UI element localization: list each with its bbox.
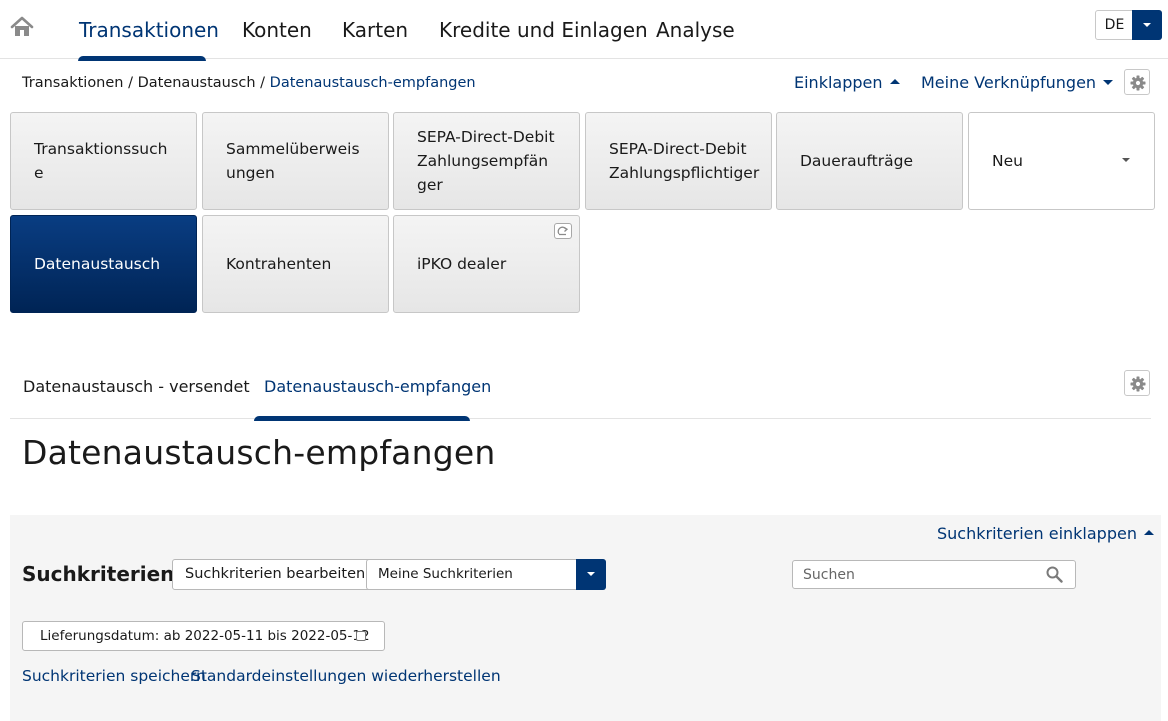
nav-tab-analyse[interactable]: Analyse <box>656 18 735 42</box>
home-icon[interactable] <box>10 16 34 38</box>
top-navigation: Transaktionen Konten Karten Kredite und … <box>0 0 1168 59</box>
tile-label: Neu <box>992 152 1023 170</box>
collapse-search-criteria-label: Suchkriterien einklappen <box>937 524 1137 543</box>
language-select[interactable]: DE <box>1095 10 1162 40</box>
edit-search-criteria-button[interactable]: Suchkriterien bearbeiten <box>172 559 379 590</box>
chevron-down-icon <box>1143 23 1151 27</box>
save-search-criteria-link[interactable]: Suchkriterien speichern <box>22 667 206 685</box>
breadcrumb-path[interactable]: Transaktionen / Datenaustausch / <box>22 75 270 91</box>
saved-criteria-select[interactable]: Meine Suchkriterien <box>366 559 606 590</box>
tile-sammelueberweisungen[interactable]: Sammelüberweisungen <box>202 112 389 210</box>
gear-icon <box>1130 75 1146 91</box>
language-dropdown-button[interactable] <box>1132 10 1162 40</box>
filter-chip-label: Lieferungsdatum: ab 2022-05-11 bis 2022-… <box>40 628 370 644</box>
tile-sepa-zahlungspflichtiger[interactable]: SEPA-Direct-Debit Zahlungspflichtiger <box>585 112 772 210</box>
external-link-icon <box>554 223 572 239</box>
chevron-down-icon <box>1103 80 1114 85</box>
search-input[interactable] <box>801 563 1041 587</box>
active-tab-indicator <box>78 56 206 61</box>
restore-defaults-link[interactable]: Standardeinstellungen wiederherstellen <box>191 667 501 685</box>
filter-chip-checkbox[interactable] <box>356 631 366 641</box>
collapse-tiles-link[interactable]: Einklappen <box>794 73 900 92</box>
nav-tab-konten[interactable]: Konten <box>242 18 312 42</box>
tile-neu-dropdown[interactable]: Neu <box>968 112 1155 210</box>
tile-label: Kontrahenten <box>226 255 332 273</box>
filter-chip-delivery-date[interactable]: Lieferungsdatum: ab 2022-05-11 bis 2022-… <box>22 621 385 651</box>
search-box <box>792 560 1076 589</box>
nav-tab-kredite-und-einlagen[interactable]: Kredite und Einlagen <box>439 18 648 42</box>
collapse-tiles-label: Einklappen <box>794 73 883 92</box>
tile-label: iPKO dealer <box>417 255 507 273</box>
breadcrumb: Transaktionen / Datenaustausch / Datenau… <box>22 75 476 91</box>
chevron-up-icon <box>1143 530 1154 535</box>
tab-datenaustausch-versendet[interactable]: Datenaustausch - versendet <box>23 377 250 396</box>
tile-transaktionssuche[interactable]: Transaktionssuche <box>10 112 197 210</box>
my-shortcuts-label: Meine Verknüpfungen <box>921 73 1097 92</box>
tab-datenaustausch-empfangen[interactable]: Datenaustausch-empfangen <box>264 377 491 396</box>
page-title: Datenaustausch-empfangen <box>22 433 496 472</box>
saved-criteria-value: Meine Suchkriterien <box>378 566 513 582</box>
tile-label: SEPA-Direct-Debit Zahlungspflichtiger <box>609 140 760 182</box>
saved-criteria-dropdown-button[interactable] <box>576 559 606 590</box>
nav-tab-karten[interactable]: Karten <box>342 18 408 42</box>
tile-ipko-dealer[interactable]: iPKO dealer <box>393 215 580 313</box>
tile-datenaustausch[interactable]: Datenaustausch <box>10 215 197 313</box>
tile-label: Datenaustausch <box>34 255 161 273</box>
tab-settings-button[interactable] <box>1124 370 1150 396</box>
chevron-up-icon <box>889 79 900 84</box>
gear-icon <box>1130 376 1146 392</box>
tile-label: Sammelüberweisungen <box>226 140 360 182</box>
tile-sepa-zahlungsempfaenger[interactable]: SEPA-Direct-Debit Zahlungsempfänger <box>393 112 580 210</box>
chevron-down-icon <box>587 572 595 576</box>
search-criteria-heading: Suchkriterien <box>22 562 175 586</box>
collapse-search-criteria-link[interactable]: Suchkriterien einklappen <box>937 524 1154 543</box>
breadcrumb-current: Datenaustausch-empfangen <box>269 75 476 91</box>
sub-tabs: Datenaustausch - versendet Datenaustausc… <box>10 360 1151 419</box>
nav-tab-transaktionen[interactable]: Transaktionen <box>79 18 219 42</box>
search-criteria-panel <box>10 515 1161 721</box>
tile-label: Daueraufträge <box>800 152 913 170</box>
my-shortcuts-link[interactable]: Meine Verknüpfungen <box>921 73 1114 92</box>
chevron-down-icon <box>1122 158 1130 162</box>
search-icon[interactable] <box>1046 566 1063 583</box>
tile-label: Transaktionssuche <box>34 140 168 182</box>
settings-button[interactable] <box>1124 69 1150 95</box>
tile-label: SEPA-Direct-Debit Zahlungsempfänger <box>417 128 555 194</box>
tile-kontrahenten[interactable]: Kontrahenten <box>202 215 389 313</box>
tile-dauerauftraege[interactable]: Daueraufträge <box>776 112 963 210</box>
language-value: DE <box>1104 17 1125 33</box>
active-subtab-indicator <box>254 416 470 421</box>
